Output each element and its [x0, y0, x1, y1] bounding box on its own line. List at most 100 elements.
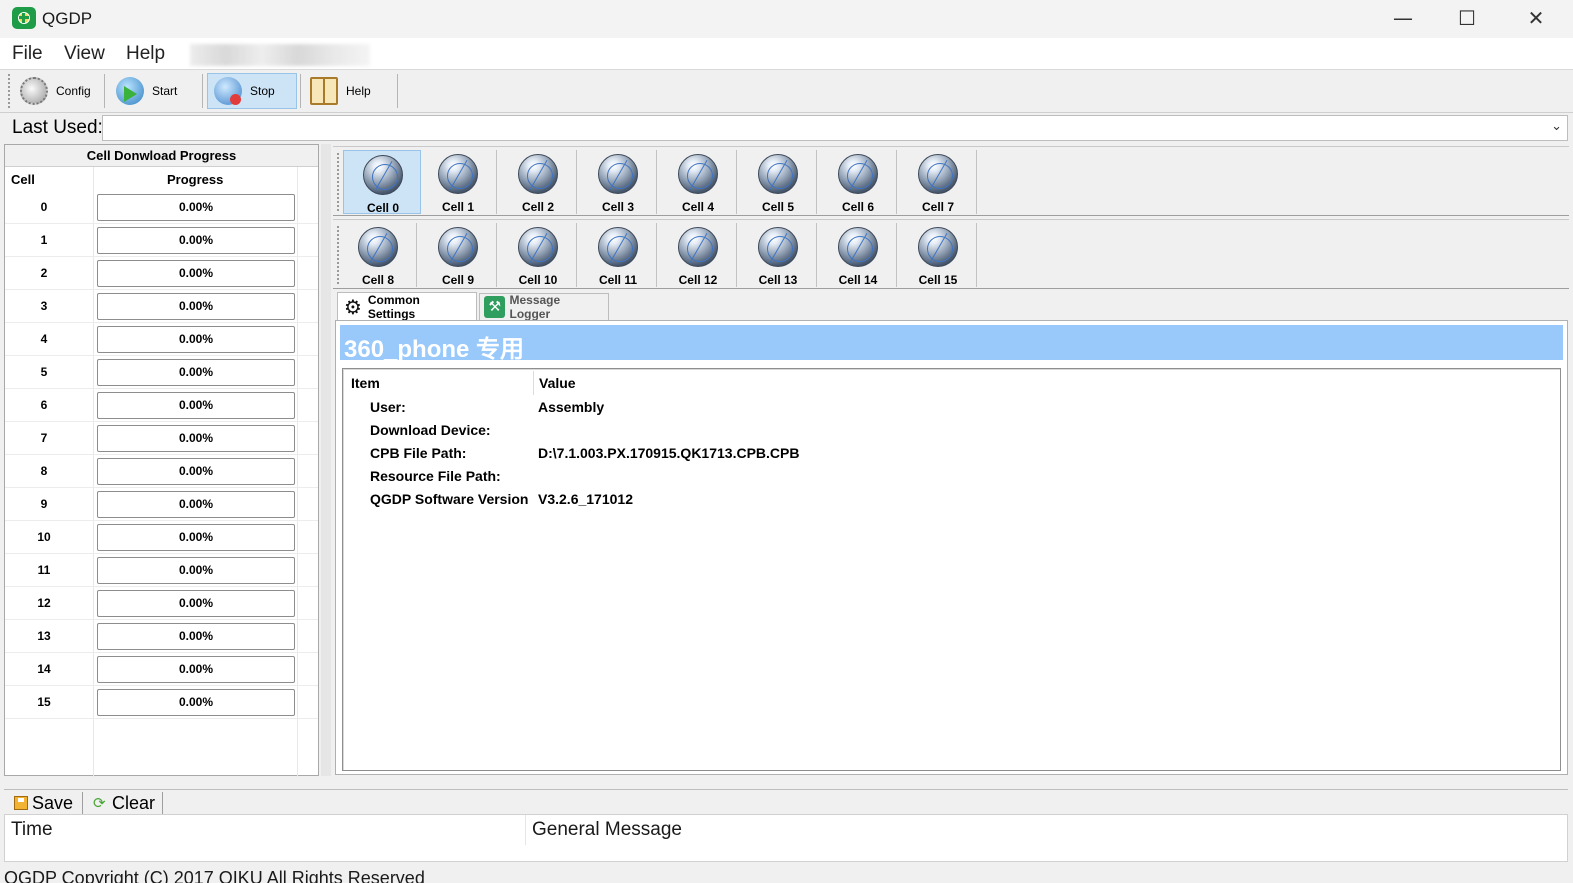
- info-row-user: User: Assembly: [343, 399, 1543, 421]
- cell-row: Cell 0 Cell 1 Cell 2 Cell 3 Cell 4 Cell …: [333, 146, 1569, 216]
- globe-icon: [838, 154, 878, 194]
- cell-number: 12: [37, 596, 51, 610]
- globe-icon: [918, 154, 958, 194]
- progress-bar: 0.00%: [97, 260, 295, 287]
- table-row: 14 0.00%: [5, 653, 318, 686]
- cell-number: 1: [40, 233, 48, 247]
- cell-button-7[interactable]: Cell 7: [899, 150, 977, 214]
- close-icon: ✕: [1527, 6, 1545, 30]
- cell-label: Cell 4: [681, 200, 714, 214]
- table-row: 2 0.00%: [5, 257, 318, 290]
- column-divider[interactable]: [525, 815, 526, 845]
- cell-button-5[interactable]: Cell 5: [739, 150, 817, 214]
- cell-button-2[interactable]: Cell 2: [499, 150, 577, 214]
- cell-number: 14: [37, 662, 51, 676]
- column-divider[interactable]: [533, 371, 534, 395]
- globe-icon: [598, 154, 638, 194]
- column-header-time: Time: [11, 819, 53, 840]
- cell-number: 13: [37, 629, 51, 643]
- save-icon: [14, 796, 28, 810]
- cell-button-8[interactable]: Cell 8: [339, 223, 417, 287]
- last-used-combo[interactable]: ⌄: [102, 115, 1568, 141]
- book-icon: [310, 77, 338, 105]
- globe-icon: [678, 227, 718, 267]
- save-button[interactable]: Save: [14, 792, 73, 814]
- menu-view[interactable]: View: [64, 43, 105, 65]
- cell-button-4[interactable]: Cell 4: [659, 150, 737, 214]
- info-row-download-device: Download Device:: [343, 422, 1543, 444]
- cell-label: Cell 10: [518, 273, 558, 287]
- globe-icon: [438, 227, 478, 267]
- cell-button-1[interactable]: Cell 1: [419, 150, 497, 214]
- progress-bar: 0.00%: [97, 359, 295, 386]
- help-button[interactable]: Help: [304, 73, 394, 109]
- cell-button-14[interactable]: Cell 14: [819, 223, 897, 287]
- cell-number: 7: [40, 431, 48, 445]
- toolbar-grip[interactable]: [8, 74, 10, 108]
- chevron-down-icon[interactable]: ⌄: [1551, 119, 1562, 134]
- close-button[interactable]: ✕: [1505, 0, 1567, 36]
- minimize-button[interactable]: —: [1372, 0, 1434, 36]
- cell-label: Cell 12: [678, 273, 718, 287]
- status-bar: QGDP Copyright (C) 2017 QIKU All Rights …: [0, 864, 1573, 883]
- globe-icon: [438, 154, 478, 194]
- start-button[interactable]: Start: [110, 73, 200, 109]
- progress-rows: 0 0.00% 1 0.00% 2 0.00% 3 0.00% 4 0.00% 5 0.00…: [5, 191, 318, 719]
- cell-button-9[interactable]: Cell 9: [419, 223, 497, 287]
- tab-message-logger[interactable]: ⚒ Message Logger: [479, 293, 609, 321]
- window-title: QGDP: [42, 9, 93, 28]
- redacted-area: [190, 44, 370, 66]
- globe-icon: [518, 154, 558, 194]
- cell-button-12[interactable]: Cell 12: [659, 223, 737, 287]
- menu-help[interactable]: Help: [126, 43, 165, 65]
- cell-button-3[interactable]: Cell 3: [579, 150, 657, 214]
- wrench-icon: ⚒: [484, 296, 506, 318]
- cell-number: 15: [37, 695, 51, 709]
- globe-icon: [598, 227, 638, 267]
- clear-button[interactable]: ⟳ Clear: [93, 792, 155, 814]
- table-row: 15 0.00%: [5, 686, 318, 719]
- cell-button-6[interactable]: Cell 6: [819, 150, 897, 214]
- cell-label: Cell 5: [761, 200, 794, 214]
- info-row-software-version: QGDP Software Version V3.2.6_171012: [343, 491, 1543, 513]
- progress-bar: 0.00%: [97, 326, 295, 353]
- title-bar: QGDP — ☐ ✕: [0, 0, 1573, 38]
- cell-button-11[interactable]: Cell 11: [579, 223, 657, 287]
- cell-label: Cell 13: [758, 273, 798, 287]
- cell-number: 9: [40, 497, 48, 511]
- panel-splitter[interactable]: [321, 144, 331, 776]
- column-header-value: Value: [539, 375, 576, 391]
- cell-button-15[interactable]: Cell 15: [899, 223, 977, 287]
- toolbar-grip[interactable]: [337, 153, 339, 211]
- progress-bar: 0.00%: [97, 524, 295, 551]
- stop-button[interactable]: Stop: [207, 73, 297, 109]
- cell-button-13[interactable]: Cell 13: [739, 223, 817, 287]
- progress-bar: 0.00%: [97, 458, 295, 485]
- cell-button-0[interactable]: Cell 0: [343, 150, 421, 215]
- cell-number: 0: [40, 200, 48, 214]
- clear-icon: ⟳: [93, 793, 106, 812]
- tab-common-settings[interactable]: ⚙ Common Settings: [337, 292, 477, 321]
- table-row: 5 0.00%: [5, 356, 318, 389]
- progress-table-header: Cell Progress: [5, 167, 318, 191]
- table-row: 9 0.00%: [5, 488, 318, 521]
- maximize-button[interactable]: ☐: [1436, 0, 1498, 36]
- cell-label: Cell 8: [361, 273, 394, 287]
- progress-bar: 0.00%: [97, 656, 295, 683]
- menu-file[interactable]: File: [12, 43, 43, 65]
- config-button[interactable]: Config: [14, 73, 102, 109]
- cell-number: 10: [37, 530, 51, 544]
- app-icon: [12, 7, 36, 29]
- cell-button-10[interactable]: Cell 10: [499, 223, 577, 287]
- stop-icon: [214, 77, 242, 105]
- stop-label: Stop: [250, 84, 275, 98]
- progress-bar: 0.00%: [97, 590, 295, 617]
- cell-row: Cell 8 Cell 9 Cell 10 Cell 11 Cell 12 Ce…: [333, 219, 1569, 289]
- globe-icon: [363, 155, 403, 195]
- progress-bar: 0.00%: [97, 491, 295, 518]
- toolbar: Config Start Stop Help: [0, 71, 1573, 113]
- table-row: 6 0.00%: [5, 389, 318, 422]
- column-header-item: Item: [351, 375, 380, 391]
- cell-label: Cell 6: [841, 200, 874, 214]
- cell-label: Cell 0: [366, 201, 399, 215]
